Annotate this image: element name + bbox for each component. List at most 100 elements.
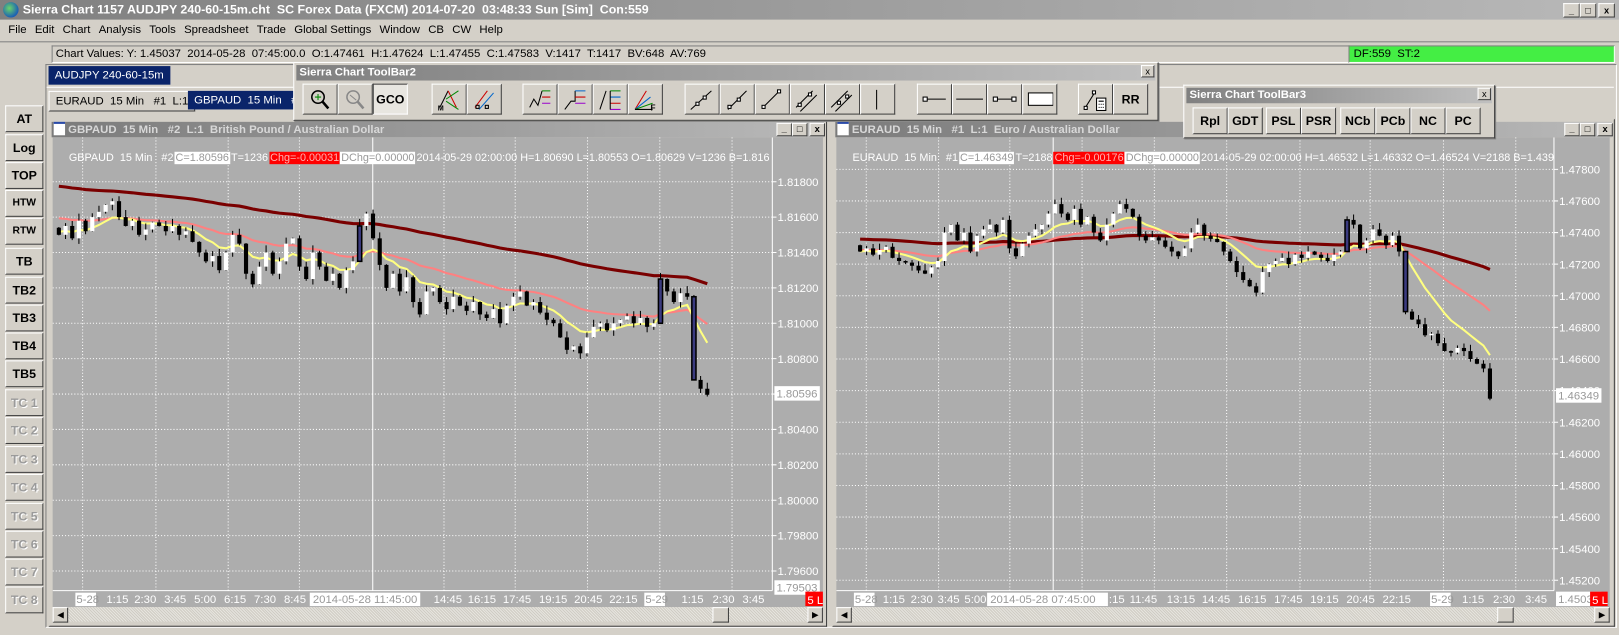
side-button-tb5[interactable]: TB5 bbox=[5, 360, 44, 388]
toolbar2-rectangle-button[interactable] bbox=[1022, 83, 1058, 115]
tab-euraud[interactable]: EURAUD 15 Min #1 L:1 bbox=[48, 90, 196, 112]
maximize-button[interactable]: □ bbox=[1579, 3, 1597, 18]
toolbar2-zoom-out-button[interactable] bbox=[337, 83, 373, 115]
toolbar2-calculator-button[interactable] bbox=[1077, 83, 1114, 115]
scroll-right-arrow-icon[interactable]: ▶ bbox=[807, 607, 823, 623]
chart-plot-euraud[interactable]: 1.47800 1.47600 1.47400 1.47200 1.47000 1.468… bbox=[836, 137, 1610, 608]
side-button-tc4[interactable]: TC 4 bbox=[5, 473, 44, 501]
side-button-tb4[interactable]: TB4 bbox=[5, 332, 44, 360]
minimize-button[interactable]: _ bbox=[1563, 3, 1580, 18]
candlestick-chart-euraud[interactable]: 1.47800 1.47600 1.47400 1.47200 1.47000 1.468… bbox=[836, 137, 1609, 607]
toolbar2-market-pitchfork-button[interactable]: M bbox=[431, 83, 467, 115]
menu-window[interactable]: Window bbox=[375, 21, 424, 40]
side-button-log[interactable]: Log bbox=[5, 134, 44, 162]
chart-title-bar[interactable]: GBPAUD 15 Min #2 L:1 British Pound / Aus… bbox=[51, 121, 824, 138]
candle-body-down bbox=[1487, 368, 1493, 399]
toolbar2-fibonacci-fan-button[interactable]: F bbox=[627, 83, 663, 115]
side-button-rtw[interactable]: RTW bbox=[5, 217, 44, 245]
toolbar3-ncb-button[interactable]: NCb bbox=[1340, 107, 1376, 135]
menu-analysis[interactable]: Analysis bbox=[95, 21, 146, 40]
candle-body-down bbox=[1208, 235, 1213, 239]
toolbar2-horizontal-segment-button[interactable] bbox=[987, 83, 1023, 115]
side-button-tc5[interactable]: TC 5 bbox=[5, 502, 44, 530]
menu-cw[interactable]: CW bbox=[448, 21, 475, 40]
toolbar2-line-button[interactable] bbox=[754, 83, 790, 115]
toolbar2-window[interactable]: Sierra Chart ToolBar2 x GCO M F RR bbox=[293, 61, 1159, 121]
side-button-htw[interactable]: HTW bbox=[5, 189, 44, 217]
toolbar3-rpl-button[interactable]: Rpl bbox=[1192, 107, 1228, 135]
toolbar2-parallel-lines-button[interactable] bbox=[466, 83, 502, 115]
chart-minimize-button[interactable]: _ bbox=[1564, 122, 1580, 137]
app-globe-icon bbox=[3, 2, 19, 18]
menu-chart[interactable]: Chart bbox=[59, 21, 95, 40]
side-button-top[interactable]: TOP bbox=[5, 162, 44, 189]
chart-plot-gbpaud[interactable]: 1.81800 1.81600 1.81400 1.81200 1.81000 1.808… bbox=[52, 137, 823, 608]
chart-badge[interactable]: 5 L bbox=[807, 595, 823, 607]
tab-gbpaud[interactable]: GBPAUD 15 Min #2 bbox=[187, 90, 300, 110]
chart-maximize-button[interactable]: □ bbox=[791, 122, 808, 137]
toolbar2-parallel-channel-1-button[interactable] bbox=[789, 83, 825, 115]
toolbar3-window[interactable]: Sierra Chart ToolBar3 x Rpl GDT PSL PSR NCb P… bbox=[1183, 84, 1496, 139]
side-button-tc7[interactable]: TC 7 bbox=[5, 558, 44, 586]
toolbar3-title[interactable]: Sierra Chart ToolBar3 bbox=[1186, 87, 1493, 104]
candle-body-down bbox=[437, 287, 442, 303]
candle bbox=[177, 224, 182, 241]
candlestick-chart-gbpaud[interactable]: 1.81800 1.81600 1.81400 1.81200 1.81000 1.808… bbox=[52, 137, 823, 607]
toolbar3-pcb-button[interactable]: PCb bbox=[1375, 107, 1411, 135]
chart-close-button[interactable]: x bbox=[809, 122, 825, 137]
menu-cb[interactable]: CB bbox=[424, 21, 448, 40]
toolbar2-gco-button[interactable]: GCO bbox=[372, 83, 408, 115]
scrollbar-thumb[interactable] bbox=[1497, 607, 1514, 623]
side-button-tc8[interactable]: TC 8 bbox=[5, 586, 44, 614]
toolbar3-close-button[interactable]: x bbox=[1477, 87, 1491, 101]
chart-close-button[interactable]: x bbox=[1597, 122, 1613, 137]
toolbar3-gdt-button[interactable]: GDT bbox=[1227, 107, 1263, 135]
chart-maximize-button[interactable]: □ bbox=[1579, 122, 1596, 137]
side-button-tc1[interactable]: TC 1 bbox=[5, 389, 44, 417]
toolbar3-psl-button[interactable]: PSL bbox=[1265, 107, 1301, 135]
toolbar3-psr-button[interactable]: PSR bbox=[1300, 107, 1337, 135]
toolbar3-pc-button[interactable]: PC bbox=[1445, 107, 1481, 135]
toolbar2-close-button[interactable]: x bbox=[1140, 65, 1155, 78]
toolbar3-nc-button[interactable]: NC bbox=[1410, 107, 1446, 135]
menu-global-settings[interactable]: Global Settings bbox=[290, 21, 375, 40]
scroll-left-arrow-icon[interactable]: ◀ bbox=[52, 607, 69, 623]
side-button-tc2[interactable]: TC 2 bbox=[5, 417, 44, 444]
app-title-bar[interactable]: Sierra Chart 1157 AUDJPY 240-60-15m.cht … bbox=[0, 0, 1619, 20]
menu-trade[interactable]: Trade bbox=[253, 21, 291, 40]
chart-badge[interactable]: 5 L bbox=[1592, 595, 1608, 607]
side-button-tb3[interactable]: TB3 bbox=[5, 304, 44, 332]
toolbar2-horizontal-line-button[interactable] bbox=[951, 83, 988, 115]
menu-tools[interactable]: Tools bbox=[145, 21, 180, 40]
toolbar2-reward-risk-button[interactable]: RR bbox=[1113, 83, 1149, 115]
toolbar2-extension-button[interactable] bbox=[557, 83, 593, 115]
menu-file[interactable]: File bbox=[4, 21, 31, 40]
candle-body-down bbox=[671, 291, 676, 303]
side-button-tb2[interactable]: TB2 bbox=[5, 276, 44, 304]
toolbar2-zoom-in-button[interactable] bbox=[302, 83, 338, 115]
scrollbar-thumb[interactable] bbox=[712, 607, 729, 623]
side-button-at[interactable]: AT bbox=[5, 105, 44, 133]
menu-help[interactable]: Help bbox=[475, 21, 507, 40]
scroll-right-arrow-icon[interactable]: ▶ bbox=[1594, 607, 1610, 623]
side-button-tb[interactable]: TB bbox=[5, 247, 44, 275]
horizontal-scrollbar[interactable]: ◀ ▶ bbox=[836, 607, 1610, 623]
close-button[interactable]: x bbox=[1598, 3, 1615, 18]
toolbar2-ray-2-button[interactable] bbox=[719, 83, 755, 115]
side-button-tc6[interactable]: TC 6 bbox=[5, 530, 44, 558]
horizontal-scrollbar[interactable]: ◀ ▶ bbox=[52, 607, 823, 623]
toolbar2-parallel-channel-2-button[interactable] bbox=[824, 83, 861, 115]
menu-spreadsheet[interactable]: Spreadsheet bbox=[180, 21, 253, 40]
chart-minimize-button[interactable]: _ bbox=[776, 122, 792, 137]
toolbar2-retracement-button[interactable] bbox=[522, 83, 558, 115]
toolbar2-ray-1-button[interactable] bbox=[684, 83, 720, 115]
toolbar2-horizontal-ray-button[interactable] bbox=[916, 83, 952, 115]
toolbar2-title[interactable]: Sierra Chart ToolBar2 bbox=[296, 65, 1156, 81]
toolbar2-vertical-line-button[interactable] bbox=[860, 83, 896, 115]
side-button-tc3[interactable]: TC 3 bbox=[5, 446, 44, 473]
toolbar2-fan-lines-button[interactable] bbox=[592, 83, 628, 115]
scroll-left-arrow-icon[interactable]: ◀ bbox=[836, 607, 852, 623]
menu-edit[interactable]: Edit bbox=[31, 21, 59, 40]
candle-body-up bbox=[961, 232, 967, 241]
chartbook-tab[interactable]: AUDJPY 240-60-15m bbox=[48, 66, 170, 85]
